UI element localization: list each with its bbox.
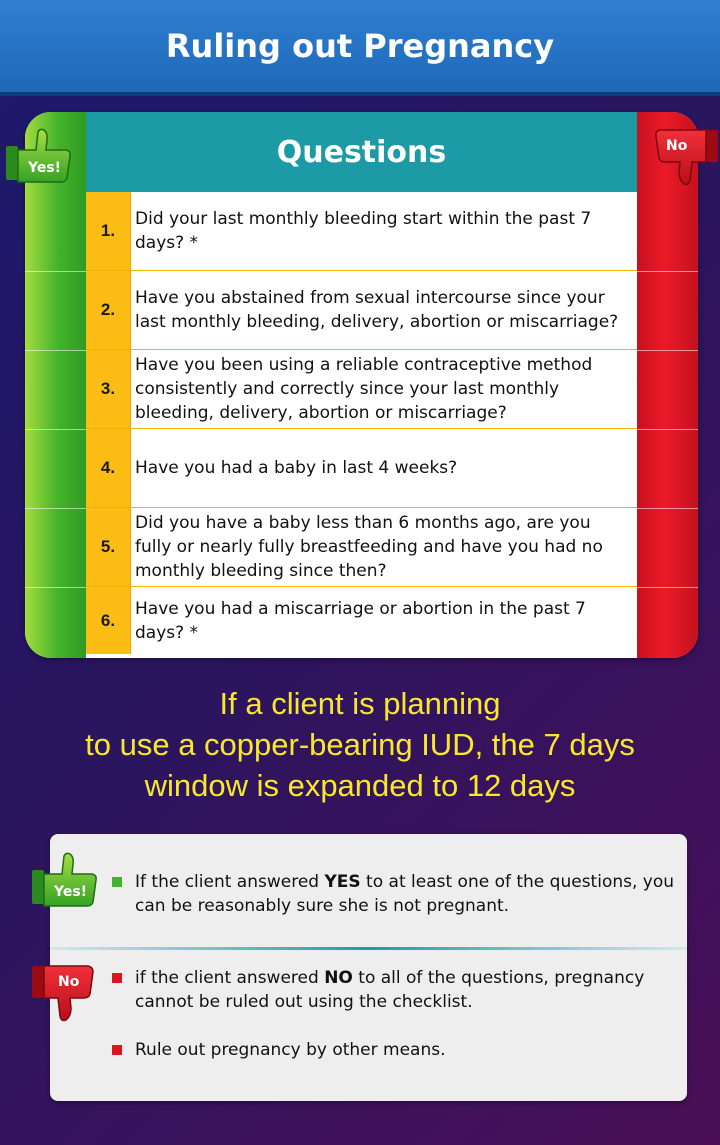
no-summary-bold: NO	[324, 968, 353, 988]
summary-panel: If the client answered YES to at least o…	[50, 834, 687, 1101]
question-row: 1. Did your last monthly bleeding start …	[86, 192, 637, 271]
no-summary-extra: Rule out pregnancy by other means.	[135, 1040, 446, 1060]
question-number: 1.	[86, 192, 131, 270]
question-number: 3.	[86, 350, 131, 428]
question-number: 5.	[86, 508, 131, 586]
thumbs-down-icon: No	[30, 962, 98, 1024]
iud-note: If a client is planning to use a copper-…	[0, 683, 720, 806]
no-column-separator	[637, 350, 698, 351]
thumbs-up-icon: Yes!	[30, 850, 100, 910]
yes-label: Yes!	[28, 160, 62, 176]
yes-summary-bold: YES	[324, 872, 361, 892]
yes-column-separator	[25, 271, 86, 272]
question-row: 4. Have you had a baby in last 4 weeks?	[86, 429, 637, 508]
iud-note-line: to use a copper-bearing IUD, the 7 days	[85, 727, 635, 762]
question-number: 6.	[86, 587, 131, 654]
red-bullet	[112, 973, 122, 983]
question-rows: 1. Did your last monthly bleeding start …	[86, 192, 637, 654]
no-column-separator	[637, 508, 698, 509]
no-column-separator	[637, 429, 698, 430]
question-text: Did you have a baby less than 6 months a…	[135, 513, 603, 581]
yes-column-separator	[25, 508, 86, 509]
red-bullet	[112, 1045, 122, 1055]
iud-note-line: window is expanded to 12 days	[144, 768, 576, 803]
page-header: Ruling out Pregnancy	[0, 0, 720, 96]
yes-column-separator	[25, 429, 86, 430]
no-summary-text: if the client answered NO to all of the …	[135, 966, 675, 1014]
yes-column-separator	[25, 587, 86, 588]
question-number: 2.	[86, 271, 131, 349]
yes-column-separator	[25, 350, 86, 351]
question-text: Have you abstained from sexual intercour…	[135, 288, 619, 332]
no-column	[637, 112, 698, 658]
no-column-separator	[637, 587, 698, 588]
question-text: Have you been using a reliable contracep…	[135, 355, 593, 423]
iud-note-line: If a client is planning	[219, 686, 501, 721]
no-label: No	[58, 974, 80, 990]
yes-summary-pre: If the client answered	[135, 872, 325, 892]
question-row: 2. Have you abstained from sexual interc…	[86, 271, 637, 350]
thumbs-up-icon: Yes!	[4, 126, 74, 186]
questions-table: Questions 1. Did your last monthly bleed…	[25, 112, 698, 658]
no-column-separator	[637, 271, 698, 272]
no-summary-pre: if the client answered	[135, 968, 325, 988]
green-bullet	[112, 877, 122, 887]
yes-label: Yes!	[54, 884, 88, 900]
yes-column	[25, 112, 86, 658]
question-row: 5. Did you have a baby less than 6 month…	[86, 508, 637, 587]
question-row: 3. Have you been using a reliable contra…	[86, 350, 637, 429]
question-text: Have you had a baby in last 4 weeks?	[135, 458, 458, 478]
question-row: 6. Have you had a miscarriage or abortio…	[86, 587, 637, 654]
summary-divider	[50, 947, 687, 950]
questions-heading: Questions	[276, 134, 447, 170]
question-number: 4.	[86, 429, 131, 507]
page-title: Ruling out Pregnancy	[165, 27, 555, 65]
yes-summary-text: If the client answered YES to at least o…	[135, 870, 675, 918]
thumbs-down-icon: No	[652, 126, 720, 188]
question-text: Did your last monthly bleeding start wit…	[135, 209, 592, 253]
no-label: No	[666, 138, 688, 154]
questions-heading-bar: Questions	[86, 112, 637, 192]
question-text: Have you had a miscarriage or abortion i…	[135, 598, 586, 643]
